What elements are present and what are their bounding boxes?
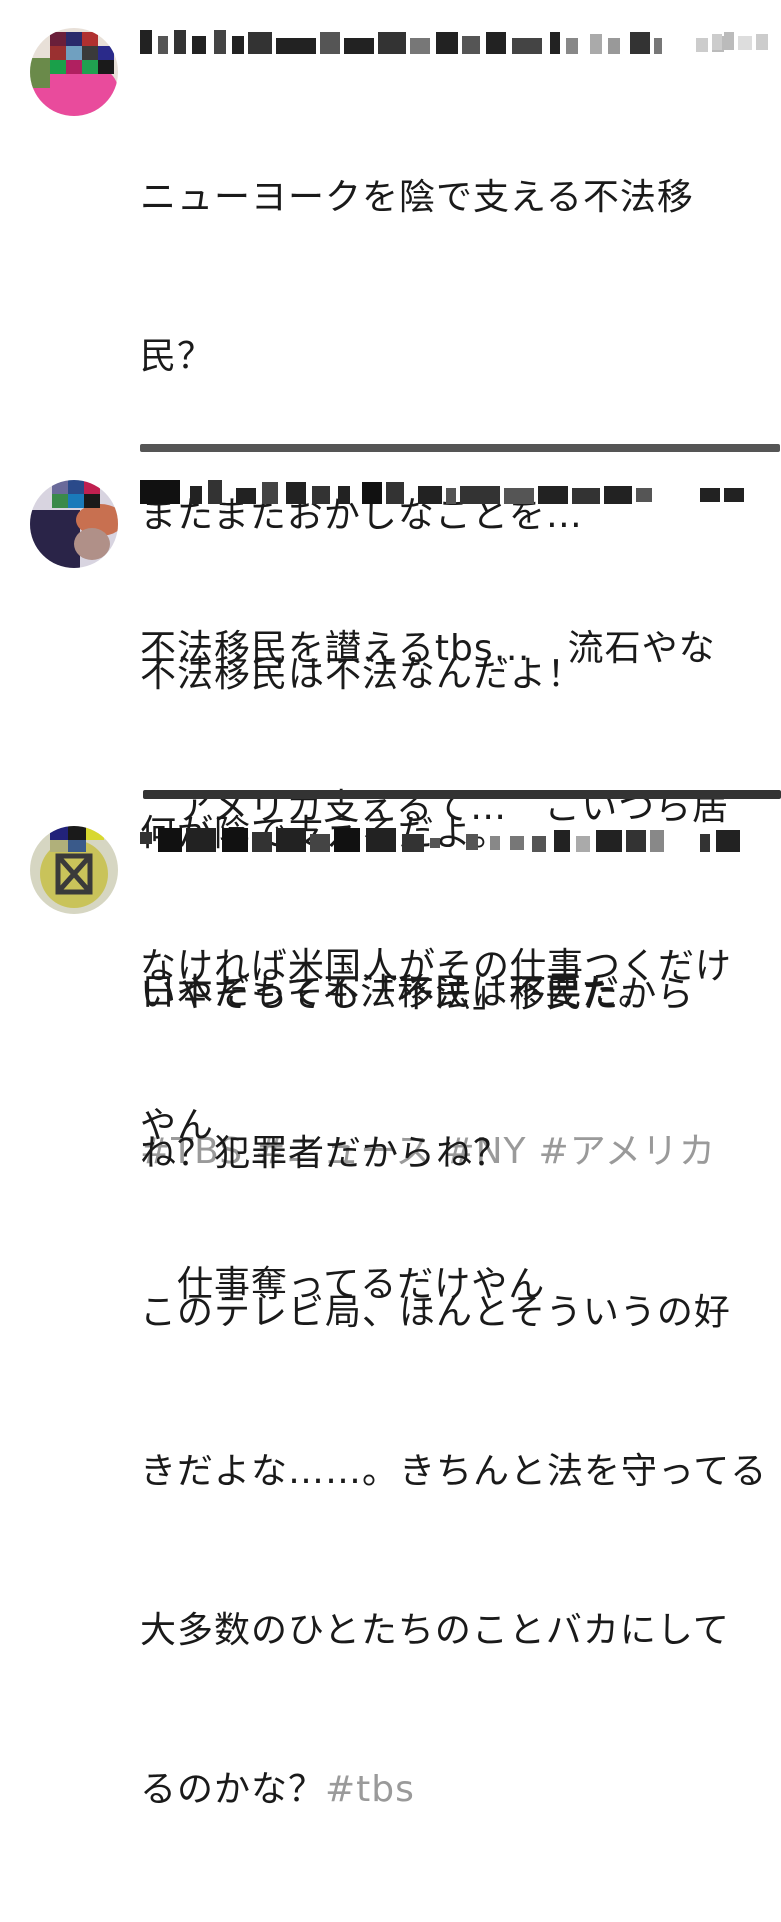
- hashtag-link[interactable]: #tbs: [325, 1769, 415, 1810]
- username-redacted: [140, 826, 760, 856]
- divider: [143, 790, 781, 799]
- post-text: いやそもそも「不法」移民だから ね？犯罪者だからね？ このテレビ局、ほんとそうい…: [140, 862, 770, 1922]
- post-line-with-tag: るのかな？#tbs: [140, 1763, 770, 1816]
- avatar[interactable]: [30, 826, 118, 914]
- username-redacted: [140, 28, 770, 58]
- post-line: るのかな？: [140, 1769, 326, 1810]
- avatar[interactable]: [30, 28, 118, 116]
- divider: [140, 444, 780, 452]
- post-line: 大多数のひとたちのことバカにして: [140, 1610, 730, 1651]
- username-redacted: [140, 478, 760, 508]
- post-line: このテレビ局、ほんとそういうの好: [140, 1292, 731, 1333]
- post-line: いやそもそも「不法」移民だから: [140, 974, 695, 1015]
- post-line: きだよな……。きちんと法を守ってる: [140, 1451, 768, 1492]
- timestamp-redacted: [712, 30, 772, 62]
- avatar[interactable]: [30, 480, 118, 568]
- post-line: ね？犯罪者だからね？: [140, 1133, 511, 1174]
- post-line: 民？: [140, 336, 215, 377]
- post-line: 不法移民を讃えるtbs… 流石やな: [140, 628, 716, 669]
- post-line: ニューヨークを陰で支える不法移: [140, 177, 694, 218]
